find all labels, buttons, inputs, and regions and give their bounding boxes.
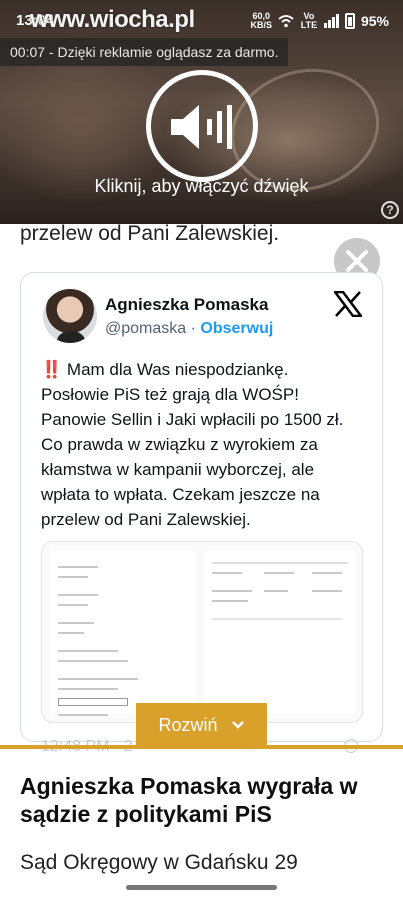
battery-icon	[344, 13, 355, 29]
tweet-line: kłamstwa w kampanii wyborczej, ale	[41, 460, 315, 479]
network-speed-unit: KB/S	[250, 20, 272, 30]
tweet-author-name[interactable]: Agnieszka Pomaska	[105, 295, 268, 315]
expand-button[interactable]: Rozwiń	[136, 703, 267, 746]
tweet-line: wpłata to wpłata. Czekam jeszcze na	[41, 485, 320, 504]
close-icon	[346, 250, 368, 272]
wifi-icon	[278, 15, 294, 28]
unmute-button[interactable]	[146, 70, 258, 182]
speaker-icon	[171, 105, 232, 149]
tweet-handle-row: @pomaska · Obserwuj	[105, 320, 273, 338]
tweet-line: Co prawda w związku z wyrokiem za	[41, 435, 318, 454]
separator-dot: ·	[190, 320, 196, 337]
section-divider	[0, 745, 403, 749]
tweet-line: przelew od Pani Zalewskiej.	[41, 510, 251, 529]
tweet-line: Posłowie PiS też grają dla WOŚP!	[41, 385, 299, 404]
tweet-handle[interactable]: @pomaska	[105, 320, 186, 337]
tweet-document-image[interactable]	[41, 541, 363, 723]
article-previous-line: przelew od Pani Zalewskiej.	[20, 222, 280, 245]
unmute-caption[interactable]: Kliknij, aby włączyć dźwięk	[0, 176, 403, 197]
signal-icon	[323, 14, 339, 28]
tweet-line-text: Mam dla Was niespodziankę.	[66, 360, 289, 379]
help-icon[interactable]: ?	[381, 201, 399, 219]
site-watermark-logo: www.wiocha.pl	[30, 6, 195, 33]
article-headline[interactable]: Agnieszka Pomaska wygrała w sądzie z pol…	[20, 772, 380, 828]
volte-label: Vo LTE	[300, 11, 318, 30]
ad-notice: 00:07 - Dzięki reklamie oglądasz za darm…	[0, 38, 289, 66]
document-page-left	[50, 550, 196, 716]
article-lead: Sąd Okręgowy w Gdańsku 29	[20, 851, 298, 874]
tweet-line: Panowie Sellin i Jaki wpłacili po 1500 z…	[41, 410, 344, 429]
tweet-text: ‼️ Mam dla Was niespodziankę. Posłowie P…	[41, 357, 373, 532]
home-indicator[interactable]	[126, 885, 277, 890]
status-bar: 13:04 www.wiocha.pl 60,0 KB/S Vo LTE 95%	[0, 0, 403, 40]
double-exclamation-icon: ‼️	[41, 360, 63, 379]
video-ad[interactable]: 13:04 www.wiocha.pl 60,0 KB/S Vo LTE 95%…	[0, 0, 403, 224]
status-icons: 60,0 KB/S Vo LTE 95%	[250, 12, 389, 30]
follow-button[interactable]: Obserwuj	[200, 320, 273, 337]
network-speed: 60,0 KB/S	[250, 12, 272, 30]
embedded-tweet[interactable]: Agnieszka Pomaska @pomaska · Obserwuj ‼️…	[20, 272, 383, 755]
avatar[interactable]	[43, 289, 97, 343]
expand-button-label: Rozwiń	[158, 714, 218, 735]
tweet-line: ‼️ Mam dla Was niespodziankę.	[41, 357, 373, 382]
battery-level: 95%	[360, 13, 389, 29]
chevron-down-icon	[231, 721, 244, 730]
document-page-right	[204, 550, 356, 714]
x-logo-icon[interactable]	[334, 291, 362, 317]
